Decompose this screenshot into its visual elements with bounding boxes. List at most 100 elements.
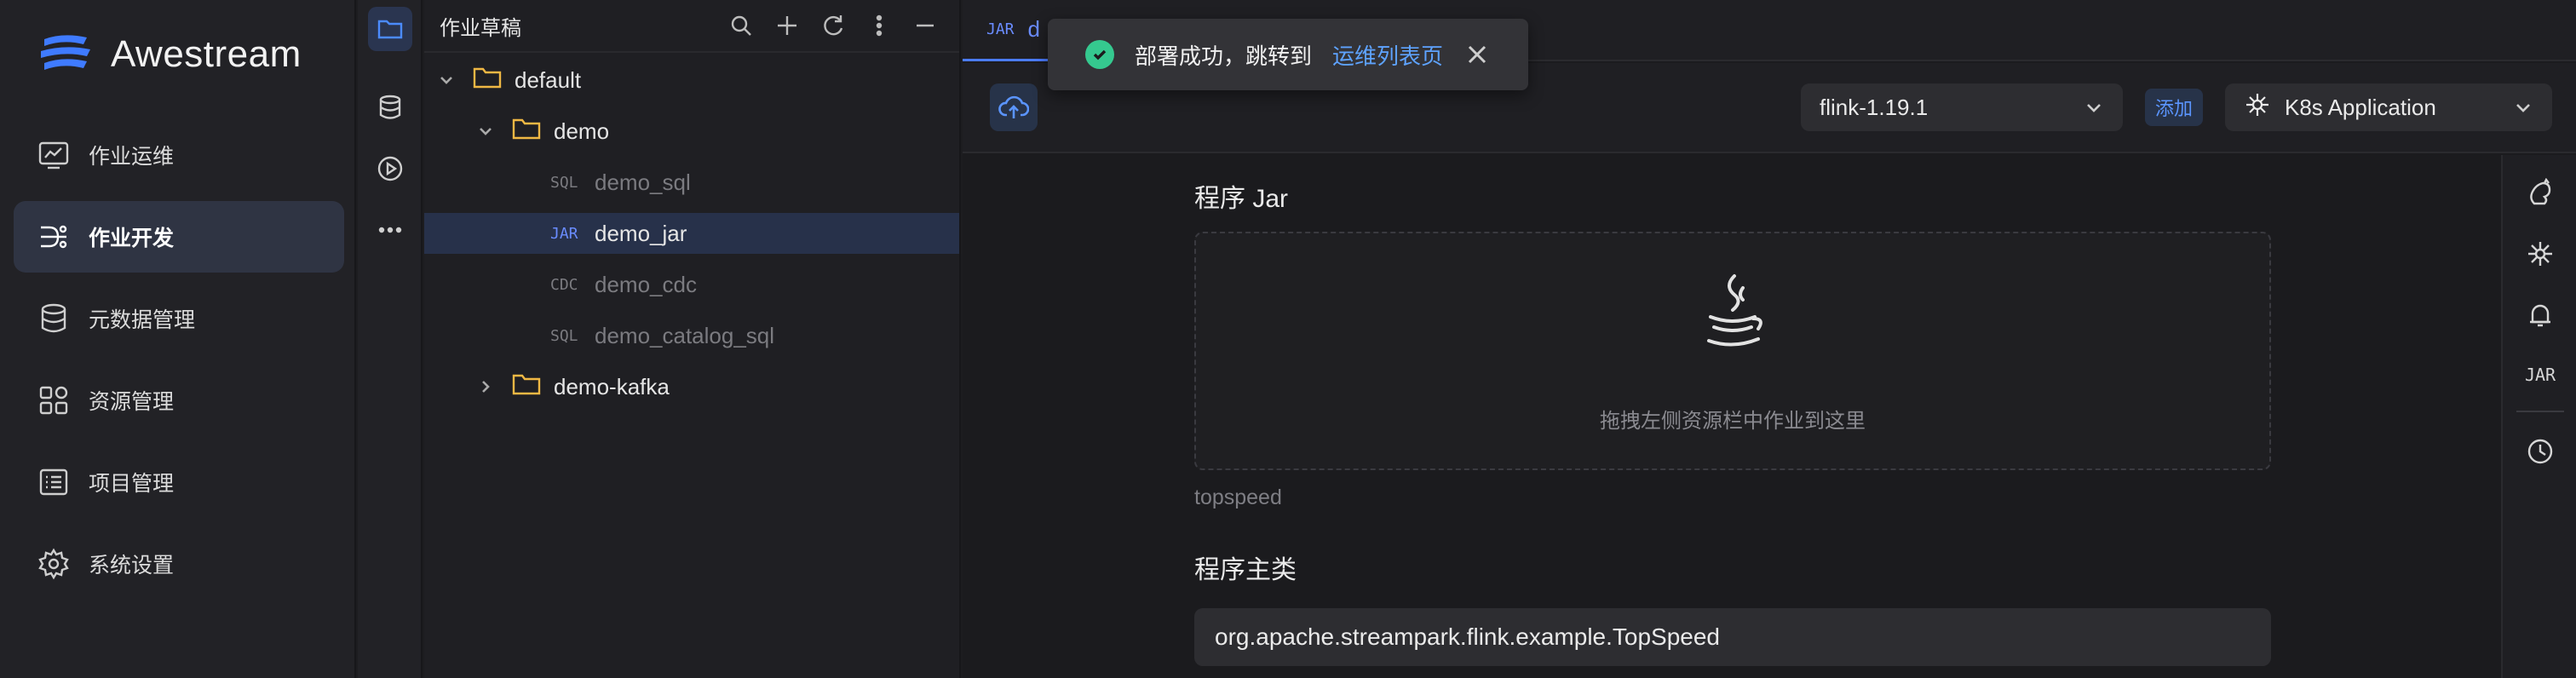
more-vertical-button[interactable] — [862, 9, 896, 43]
cdc-file-icon: CDC — [550, 275, 578, 294]
flow-icon — [41, 225, 67, 249]
tree-item-label: demo_sql — [595, 169, 691, 195]
nav-item-projects[interactable]: 项目管理 — [14, 446, 344, 518]
nav-item-metadata[interactable]: 元数据管理 — [14, 283, 344, 354]
history-button[interactable] — [2521, 433, 2559, 470]
new-file-button[interactable] — [770, 9, 804, 43]
app-window: Awestream 作业运维 作业开发 元数据管理 资源管理 项目管理 系统设置… — [0, 0, 2576, 678]
tree-file-demo-sql[interactable]: SQL demo_sql — [424, 162, 959, 203]
database-toggle[interactable] — [368, 85, 412, 129]
tree-folder-demo-kafka[interactable]: demo-kafka — [424, 366, 959, 407]
deploy-button[interactable] — [990, 83, 1038, 131]
chevron-right-icon[interactable] — [474, 375, 497, 399]
editor-area: JAR d flink-1.19.1 添加 K8s Application 程序… — [963, 0, 2576, 678]
chevron-down-icon — [2084, 97, 2104, 118]
kubernetes-icon — [2244, 91, 2285, 124]
cloud-upload-icon — [998, 95, 1029, 118]
explorer-title: 作业草稿 — [440, 16, 521, 40]
tree-folder-demo[interactable]: demo — [424, 111, 959, 152]
main-nav: Awestream 作业运维 作业开发 元数据管理 资源管理 项目管理 系统设置 — [0, 0, 356, 678]
kubernetes-icon — [2528, 242, 2552, 266]
nav-item-label: 系统设置 — [89, 554, 175, 577]
activity-bar — [358, 0, 423, 678]
close-icon[interactable] — [1463, 41, 1491, 68]
logo: Awestream — [37, 31, 302, 78]
java-icon — [1690, 269, 1775, 354]
explorer-toggle[interactable] — [368, 7, 412, 51]
tree-item-label: demo_catalog_sql — [595, 322, 775, 348]
nav-item-label: 项目管理 — [89, 472, 175, 496]
job-form: 程序 Jar 拖拽左侧资源栏中作业到这里 topspeed 程序主类 org.a… — [963, 155, 2501, 678]
search-button[interactable] — [724, 9, 758, 43]
right-rail: JAR — [2501, 155, 2576, 678]
deploy-mode-select[interactable]: K8s Application — [2225, 83, 2552, 131]
tree-file-demo-jar[interactable]: JAR demo_jar — [424, 213, 959, 254]
alert-button[interactable] — [2521, 296, 2559, 334]
tree-item-label: demo_jar — [595, 220, 687, 246]
flink-version-select[interactable]: flink-1.19.1 — [1801, 83, 2123, 131]
tree-item-label: default — [515, 66, 582, 93]
nav-item-label: 作业开发 — [89, 227, 175, 250]
tree-folder-default[interactable]: default — [424, 60, 959, 101]
explorer-header: 作业草稿 — [424, 0, 959, 53]
play-icon — [377, 156, 403, 181]
nav-list: 作业运维 作业开发 元数据管理 资源管理 项目管理 系统设置 — [14, 119, 344, 610]
app-name: Awestream — [111, 33, 302, 75]
nav-item-label: 作业运维 — [89, 145, 175, 169]
explorer-panel: 作业草稿 default demo SQL demo_sql JAR demo_… — [424, 0, 961, 678]
database-icon — [379, 95, 401, 119]
tree-item-label: demo_cdc — [595, 271, 697, 297]
gear-icon — [38, 548, 69, 580]
rail-divider — [2516, 411, 2564, 412]
grid-icon — [39, 386, 68, 415]
sql-file-icon: SQL — [550, 326, 578, 345]
check-circle-icon — [1085, 40, 1114, 69]
tab-label: d — [1027, 16, 1040, 42]
squirrel-icon — [2530, 178, 2551, 205]
nav-item-label: 元数据管理 — [89, 308, 196, 332]
search-icon — [731, 15, 751, 36]
folder-icon — [511, 371, 542, 403]
tree-item-label: demo — [554, 118, 610, 144]
main-class-title: 程序主类 — [1194, 556, 1297, 584]
nav-item-resources[interactable]: 资源管理 — [14, 365, 344, 436]
run-toggle[interactable] — [368, 147, 412, 191]
nav-item-job-dev[interactable]: 作业开发 — [14, 201, 344, 273]
jar-file-icon: JAR — [550, 224, 578, 243]
chevron-down-icon[interactable] — [474, 119, 497, 143]
more-button[interactable] — [368, 208, 412, 252]
dropzone-hint: 拖拽左侧资源栏中作业到这里 — [1600, 410, 1866, 433]
database-icon — [41, 303, 66, 333]
jar-tool-button[interactable]: JAR — [2503, 365, 2576, 385]
nav-item-settings[interactable]: 系统设置 — [14, 528, 344, 600]
folder-icon — [472, 65, 503, 96]
awestream-logo-icon — [41, 35, 90, 70]
nav-item-job-ops[interactable]: 作业运维 — [14, 119, 344, 191]
toast-message: 部署成功，跳转到 — [1135, 43, 1313, 69]
chevron-down-icon — [2513, 97, 2533, 118]
success-toast: 部署成功，跳转到 运维列表页 — [1048, 19, 1528, 90]
main-class-input[interactable]: org.apache.streampark.flink.example.TopS… — [1194, 608, 2271, 666]
add-flink-button[interactable]: 添加 — [2145, 89, 2204, 126]
jar-section-title: 程序 Jar — [1194, 185, 1289, 213]
tree-file-demo-cdc[interactable]: CDC demo_cdc — [424, 264, 959, 305]
toast-link[interactable]: 运维列表页 — [1332, 39, 1443, 71]
tree-file-demo-catalog-sql[interactable]: SQL demo_catalog_sql — [424, 315, 959, 356]
plus-icon — [778, 16, 796, 35]
jar-dropzone[interactable]: 拖拽左侧资源栏中作业到这里 — [1194, 232, 2271, 470]
bell-icon — [2530, 304, 2550, 327]
squirrel-button[interactable] — [2521, 174, 2559, 211]
chart-monitor-icon — [38, 141, 69, 170]
tree-item-label: demo-kafka — [554, 373, 670, 399]
collapse-button[interactable] — [908, 9, 942, 43]
more-icon — [378, 227, 402, 233]
deploy-mode-value: K8s Application — [2285, 94, 2436, 120]
nav-item-label: 资源管理 — [89, 390, 175, 414]
kubernetes-button[interactable] — [2521, 235, 2559, 273]
refresh-button[interactable] — [816, 9, 850, 43]
collapse-icon — [917, 24, 934, 27]
chevron-down-icon[interactable] — [434, 68, 458, 92]
folder-icon — [377, 20, 403, 39]
list-icon — [39, 468, 68, 496]
explorer-tools — [724, 9, 959, 43]
